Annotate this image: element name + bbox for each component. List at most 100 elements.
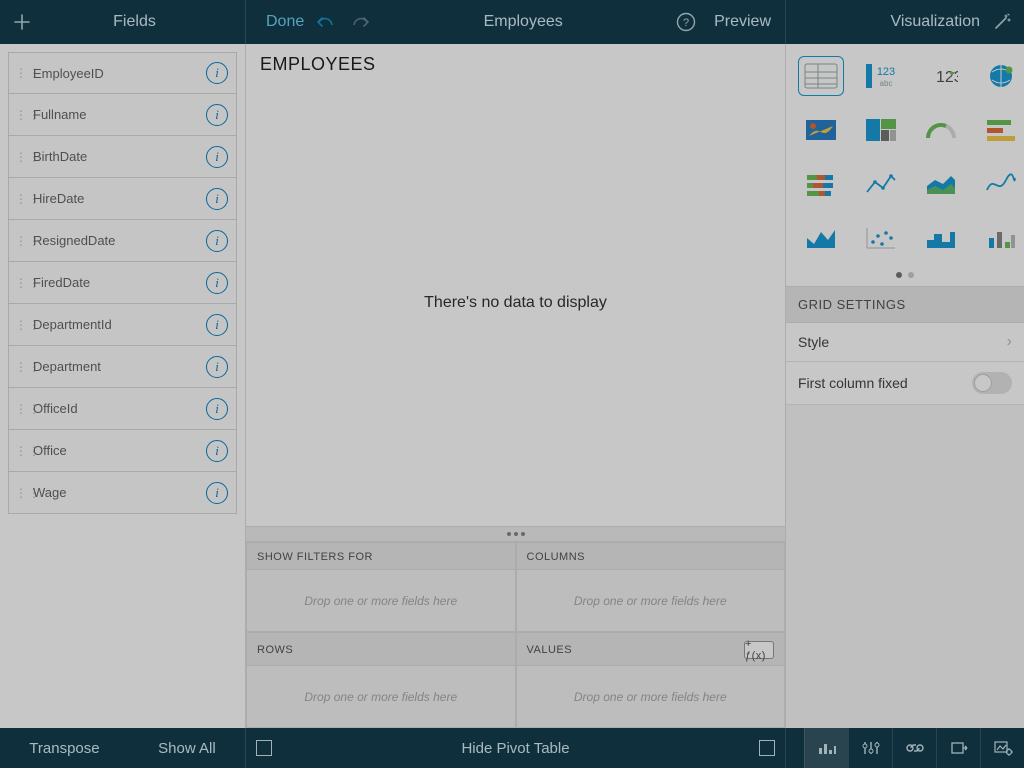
viz-line[interactable] [858, 164, 904, 204]
drag-handle-icon[interactable]: ⋮⋮ [15, 444, 27, 458]
field-row[interactable]: ⋮⋮Wagei [8, 472, 237, 514]
add-calculated-field-button[interactable]: + ƒ(x) [744, 641, 774, 659]
drag-handle-icon[interactable]: ⋮⋮ [15, 402, 27, 416]
undo-button[interactable] [314, 10, 338, 34]
pivot-values-drop[interactable]: Drop one or more fields here [516, 666, 786, 728]
info-icon[interactable]: i [206, 398, 228, 420]
pivot-resize-handle[interactable] [246, 526, 785, 542]
info-icon[interactable]: i [206, 146, 228, 168]
viz-gauge[interactable] [918, 110, 964, 150]
info-icon[interactable]: i [206, 272, 228, 294]
fields-title: Fields [113, 13, 156, 31]
done-button[interactable]: Done [266, 13, 304, 31]
svg-text:abc: abc [880, 79, 893, 88]
right-pane-toggle[interactable] [759, 740, 775, 756]
tab-export[interactable] [936, 728, 980, 768]
field-row[interactable]: ⋮⋮EmployeeIDi [8, 52, 237, 94]
fields-panel: ⋮⋮EmployeeIDi⋮⋮Fullnamei⋮⋮BirthDatei⋮⋮Hi… [0, 44, 246, 728]
field-name: OfficeId [33, 401, 206, 416]
bottombar: Transpose Show All Hide Pivot Table [0, 728, 1024, 768]
field-row[interactable]: ⋮⋮DepartmentIdi [8, 304, 237, 346]
field-row[interactable]: ⋮⋮ HireDatei [8, 178, 237, 220]
first-column-fixed-toggle[interactable] [972, 372, 1012, 394]
pivot-rows-drop[interactable]: Drop one or more fields here [246, 666, 516, 728]
first-column-fixed-row: First column fixed [786, 362, 1024, 405]
preview-button[interactable]: Preview [714, 13, 771, 31]
info-icon[interactable]: i [206, 188, 228, 210]
pivot-columns-drop[interactable]: Drop one or more fields here [516, 570, 786, 632]
redo-button[interactable] [348, 10, 372, 34]
viz-scatter[interactable] [858, 218, 904, 258]
info-icon[interactable]: i [206, 230, 228, 252]
field-row[interactable]: ⋮⋮ Departmenti [8, 346, 237, 388]
field-name: Office [33, 443, 206, 458]
pivot-filters-drop[interactable]: Drop one or more fields here [246, 570, 516, 632]
add-field-button[interactable] [10, 10, 34, 34]
visualization-grid: 123abc 123 [786, 44, 1024, 264]
chevron-right-icon: › [1007, 333, 1012, 351]
tab-adjust[interactable] [848, 728, 892, 768]
drag-handle-icon[interactable]: ⋮⋮ [15, 192, 27, 206]
info-icon[interactable]: i [206, 104, 228, 126]
drag-handle-icon[interactable]: ⋮⋮ [15, 360, 27, 374]
viz-pivot[interactable]: 123abc [858, 56, 904, 96]
field-row[interactable]: ⋮⋮ BirthDatei [8, 136, 237, 178]
viz-map-globe[interactable] [978, 56, 1024, 96]
show-all-button[interactable]: Show All [158, 740, 216, 757]
viz-treemap[interactable] [858, 110, 904, 150]
magic-wand-button[interactable] [990, 10, 1014, 34]
viz-image-map[interactable] [798, 110, 844, 150]
style-row[interactable]: Style › [786, 323, 1024, 362]
viz-step-area[interactable] [918, 218, 964, 258]
drag-handle-icon[interactable]: ⋮⋮ [15, 108, 27, 122]
info-icon[interactable]: i [206, 356, 228, 378]
viz-text[interactable]: 123 [918, 56, 964, 96]
field-row[interactable]: ⋮⋮FiredDatei [8, 262, 237, 304]
dataset-heading: EMPLOYEES [246, 44, 785, 79]
field-name: BirthDate [33, 149, 206, 164]
visualization-panel: 123abc 123 [786, 44, 1024, 728]
drag-handle-icon[interactable]: ⋮⋮ [15, 276, 27, 290]
field-name: HireDate [33, 191, 206, 206]
field-name: ResignedDate [33, 233, 206, 248]
info-icon[interactable]: i [206, 482, 228, 504]
viz-grid-view[interactable] [798, 56, 844, 96]
svg-text:?: ? [683, 17, 689, 29]
hide-pivot-button[interactable]: Hide Pivot Table [272, 740, 759, 757]
field-row[interactable]: ⋮⋮ ResignedDatei [8, 220, 237, 262]
main-panel: EMPLOYEES There's no data to display SHO… [246, 44, 786, 728]
visualization-title: Visualization [890, 13, 980, 31]
info-icon[interactable]: i [206, 440, 228, 462]
tab-settings[interactable] [980, 728, 1024, 768]
info-icon[interactable]: i [206, 62, 228, 84]
viz-area[interactable] [798, 218, 844, 258]
pivot-columns-header: COLUMNS [516, 542, 786, 570]
field-row[interactable]: ⋮⋮ Fullnamei [8, 94, 237, 136]
drag-handle-icon[interactable]: ⋮⋮ [15, 318, 27, 332]
drag-handle-icon[interactable]: ⋮⋮ [15, 66, 27, 80]
pivot-table-editor: SHOW FILTERS FOR COLUMNS Drop one or mor… [246, 542, 785, 728]
first-column-fixed-label: First column fixed [798, 375, 908, 391]
viz-area-stacked[interactable] [918, 164, 964, 204]
drag-handle-icon[interactable]: ⋮⋮ [15, 234, 27, 248]
help-button[interactable]: ? [674, 10, 698, 34]
empty-state-text: There's no data to display [424, 294, 607, 312]
tab-link[interactable] [892, 728, 936, 768]
left-pane-toggle[interactable] [256, 740, 272, 756]
viz-stacked-bar[interactable] [798, 164, 844, 204]
transpose-button[interactable]: Transpose [29, 740, 99, 757]
viz-column[interactable] [978, 218, 1024, 258]
info-icon[interactable]: i [206, 314, 228, 336]
grid-settings-heading: GRID SETTINGS [786, 286, 1024, 323]
viz-spline[interactable] [978, 164, 1024, 204]
field-name: Fullname [33, 107, 206, 122]
field-row[interactable]: ⋮⋮ Officei [8, 430, 237, 472]
viz-bar-horizontal[interactable] [978, 110, 1024, 150]
viz-pager[interactable] [786, 264, 1024, 286]
field-name: Department [33, 359, 206, 374]
visualization-canvas: There's no data to display [246, 79, 785, 526]
drag-handle-icon[interactable]: ⋮⋮ [15, 486, 27, 500]
field-row[interactable]: ⋮⋮ OfficeIdi [8, 388, 237, 430]
tab-visualizations[interactable] [804, 728, 848, 768]
drag-handle-icon[interactable]: ⋮⋮ [15, 150, 27, 164]
